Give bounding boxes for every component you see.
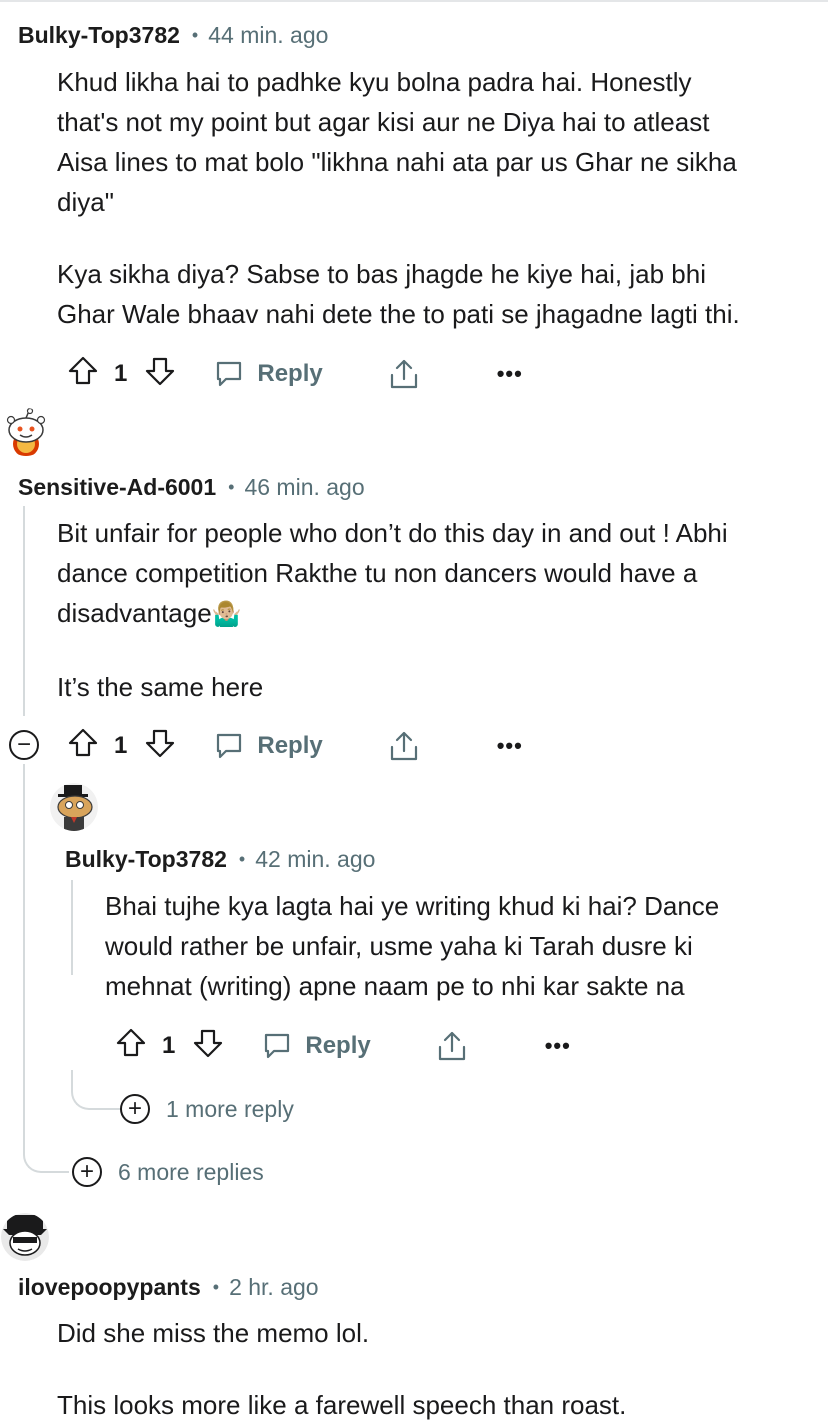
shrug-emoji: 🤷🏼‍♂️ bbox=[211, 601, 242, 628]
thread-more-replies-button[interactable]: + 6 more replies bbox=[72, 1157, 264, 1187]
share-icon[interactable] bbox=[387, 729, 421, 763]
username[interactable]: Bulky-Top3782 bbox=[65, 846, 227, 873]
thread-line[interactable] bbox=[71, 1070, 121, 1110]
timestamp[interactable]: 42 min. ago bbox=[255, 846, 375, 873]
comment-meta: ilovepoopypants • 2 hr. ago bbox=[18, 1274, 319, 1301]
separator: • bbox=[238, 849, 246, 869]
username[interactable]: Sensitive-Ad-6001 bbox=[18, 474, 216, 501]
vote-count: 1 bbox=[114, 360, 128, 387]
plus-icon: + bbox=[72, 1157, 102, 1187]
comment-line: that's not my point but agar kisi aur ne… bbox=[57, 107, 710, 137]
comment-line: Aisa lines to mat bolo "likhna nahi ata … bbox=[57, 147, 737, 177]
comment-line: Kya sikha diya? Sabse to bas jhagde he k… bbox=[57, 259, 706, 289]
comment-line: Did she miss the memo lol. bbox=[57, 1318, 370, 1348]
comment-line: Khud likha hai to padhke kyu bolna padra… bbox=[57, 67, 692, 97]
share-icon[interactable] bbox=[387, 357, 421, 391]
avatar[interactable] bbox=[1, 1213, 49, 1261]
downvote-icon[interactable] bbox=[143, 726, 177, 767]
vote-count: 1 bbox=[114, 732, 128, 759]
comment-actions: 1 Reply ••• bbox=[114, 1024, 571, 1068]
comment-line: diya" bbox=[57, 187, 114, 217]
comment-actions: 1 Reply ••• bbox=[66, 724, 523, 768]
more-options-icon[interactable]: ••• bbox=[545, 1033, 571, 1059]
username[interactable]: ilovepoopypants bbox=[18, 1274, 201, 1301]
comment-meta: Bulky-Top3782 • 44 min. ago bbox=[18, 22, 328, 49]
collapse-thread-button[interactable]: − bbox=[9, 730, 39, 760]
upvote-icon[interactable] bbox=[66, 354, 100, 395]
comment-line: This looks more like a farewell speech t… bbox=[57, 1390, 627, 1420]
reply-label: Reply bbox=[257, 360, 323, 387]
top-divider bbox=[0, 0, 828, 2]
comment-line-text: disadvantage bbox=[57, 598, 212, 628]
timestamp[interactable]: 2 hr. ago bbox=[229, 1274, 319, 1301]
comment-actions: 1 Reply ••• bbox=[66, 352, 523, 396]
thread-more-replies-label: 6 more replies bbox=[118, 1158, 264, 1185]
comment-line: dance competition Rakthe tu non dancers … bbox=[57, 558, 698, 588]
reply-button[interactable]: Reply bbox=[261, 1030, 371, 1062]
thread-line[interactable] bbox=[23, 506, 25, 716]
comment-meta: Bulky-Top3782 • 42 min. ago bbox=[65, 846, 375, 873]
timestamp[interactable]: 44 min. ago bbox=[208, 22, 328, 49]
timestamp[interactable]: 46 min. ago bbox=[244, 474, 364, 501]
reply-label: Reply bbox=[305, 1032, 371, 1059]
avatar[interactable] bbox=[3, 408, 49, 456]
username[interactable]: Bulky-Top3782 bbox=[18, 22, 180, 49]
comment-meta: Sensitive-Ad-6001 • 46 min. ago bbox=[18, 474, 365, 501]
more-options-icon[interactable]: ••• bbox=[497, 733, 523, 759]
upvote-icon[interactable] bbox=[66, 726, 100, 767]
more-replies-button[interactable]: + 1 more reply bbox=[120, 1094, 294, 1124]
avatar[interactable] bbox=[50, 783, 98, 831]
comment-line: would rather be unfair, usme yaha ki Tar… bbox=[105, 931, 693, 961]
downvote-icon[interactable] bbox=[143, 354, 177, 395]
comment-line: Bit unfair for people who don’t do this … bbox=[57, 518, 728, 548]
separator: • bbox=[191, 25, 199, 45]
separator: • bbox=[212, 1277, 220, 1297]
separator: • bbox=[228, 477, 235, 497]
comment-line: It’s the same here bbox=[57, 672, 264, 702]
vote-count: 1 bbox=[162, 1032, 176, 1059]
comment-body: Khud likha hai to padhke kyu bolna padra… bbox=[57, 62, 740, 334]
reply-label: Reply bbox=[257, 732, 323, 759]
share-icon[interactable] bbox=[435, 1029, 469, 1063]
downvote-icon[interactable] bbox=[191, 1026, 225, 1067]
more-options-icon[interactable]: ••• bbox=[497, 361, 523, 387]
reply-icon bbox=[217, 733, 242, 759]
more-replies-label: 1 more reply bbox=[166, 1095, 294, 1122]
upvote-icon[interactable] bbox=[114, 1026, 148, 1067]
reply-icon bbox=[217, 361, 242, 387]
reply-button[interactable]: Reply bbox=[213, 358, 323, 390]
reply-button[interactable]: Reply bbox=[213, 730, 323, 762]
comment-body: Bhai tujhe kya lagta hai ye writing khud… bbox=[105, 886, 719, 1006]
thread-line[interactable] bbox=[71, 880, 73, 975]
plus-icon: + bbox=[120, 1094, 150, 1124]
comment-line: Ghar Wale bhaav nahi dete the to pati se… bbox=[57, 299, 740, 329]
reply-icon bbox=[265, 1033, 290, 1059]
comment-line: mehnat (writing) apne naam pe to nhi kar… bbox=[105, 971, 685, 1001]
comment-line: disadvantage🤷🏼‍♂️ bbox=[57, 593, 728, 635]
comment-body: Bit unfair for people who don’t do this … bbox=[57, 513, 728, 707]
comment-body: Did she miss the memo lol. This looks mo… bbox=[57, 1313, 626, 1425]
comment-line: Bhai tujhe kya lagta hai ye writing khud… bbox=[105, 891, 720, 921]
